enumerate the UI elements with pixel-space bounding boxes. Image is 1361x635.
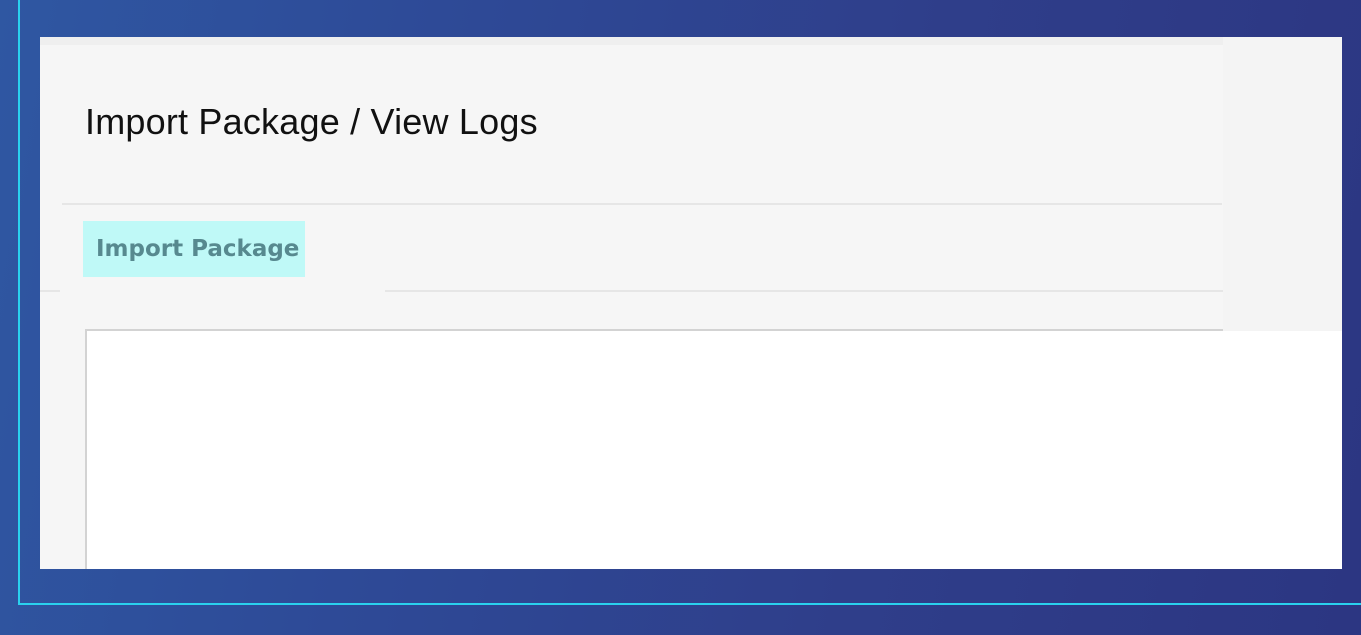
page-title: Import Package / View Logs bbox=[85, 101, 538, 142]
tab-bar-bottom-divider-right bbox=[385, 290, 1223, 292]
import-package-content-panel bbox=[85, 329, 1342, 569]
tab-import-package[interactable]: Import Package bbox=[83, 221, 305, 277]
app-window: Import Package / View Logs Import Packag… bbox=[40, 37, 1342, 569]
window-top-edge bbox=[40, 37, 1342, 45]
tab-bar-bottom-divider-left bbox=[40, 290, 60, 292]
content-panel-right-edge bbox=[1223, 329, 1342, 331]
tab-bar-top-divider bbox=[62, 203, 1222, 205]
